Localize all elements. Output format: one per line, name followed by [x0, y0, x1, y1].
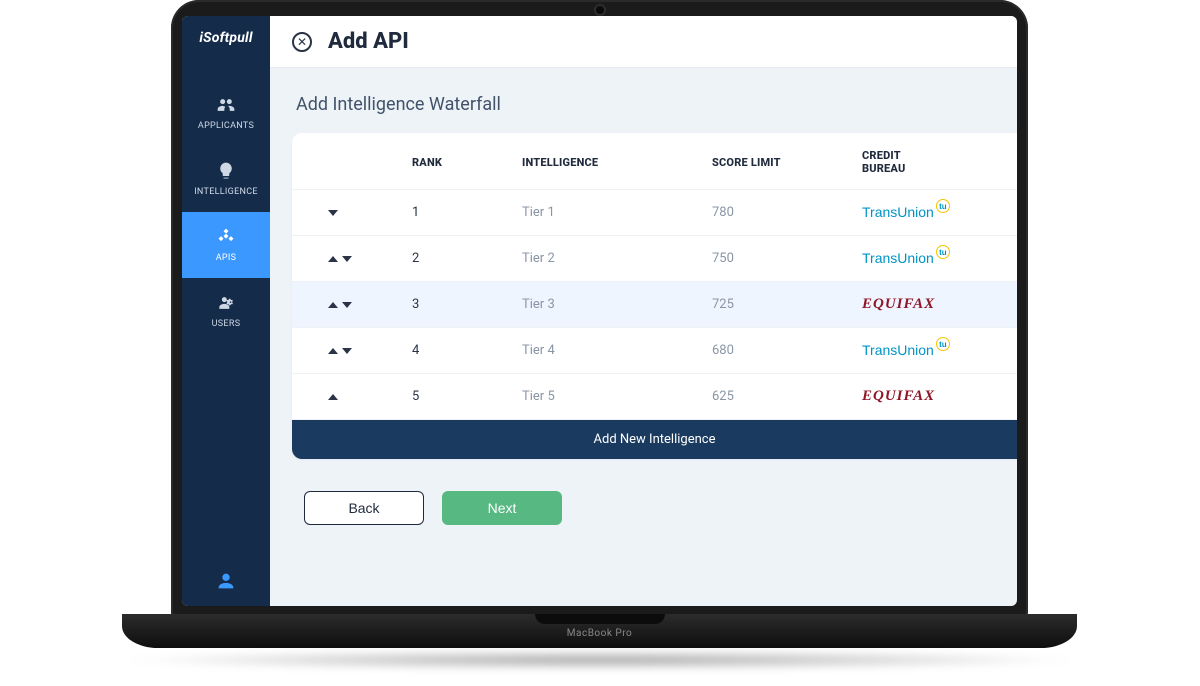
bulb-icon: [216, 161, 236, 181]
cell-score-limit: 725: [702, 282, 852, 328]
transunion-logo: TransUniontu: [862, 204, 950, 220]
gear-user-icon: [216, 293, 236, 313]
col-credit-bureau: CREDIT BUREAU: [852, 133, 1017, 190]
add-intelligence-button[interactable]: Add New Intelligence: [292, 420, 1017, 459]
sidebar-item-label: INTELLIGENCE: [194, 187, 258, 197]
people-icon: [216, 95, 236, 115]
cell-order: [292, 282, 402, 328]
col-rank: RANK: [402, 133, 512, 190]
table-row: 1Tier 1780 TransUniontu: [292, 190, 1017, 236]
transunion-mark-icon: tu: [936, 199, 950, 213]
cell-order: [292, 190, 402, 236]
cell-rank: 5: [402, 374, 512, 420]
equifax-logo: EQUIFAX: [862, 296, 935, 312]
laptop-deck: MacBook Pro: [122, 614, 1077, 648]
sidebar-item-applicants[interactable]: APPLICANTS: [182, 80, 270, 146]
equifax-logo: EQUIFAX: [862, 388, 935, 404]
sidebar-item-label: APPLICANTS: [198, 121, 254, 131]
cell-score-limit: 750: [702, 236, 852, 282]
sidebar: iSoftpull APPLICANTS INTELLIGENCE APIS USER…: [182, 16, 270, 606]
close-icon[interactable]: ✕: [292, 32, 312, 52]
col-order: [292, 133, 402, 190]
move-down-icon[interactable]: [342, 256, 352, 262]
main: ✕ Add API Add Intelligence Waterfall: [270, 16, 1017, 606]
sidebar-item-intelligence[interactable]: INTELLIGENCE: [182, 146, 270, 212]
transunion-logo: TransUniontu: [862, 250, 950, 266]
col-intelligence: INTELLIGENCE: [512, 133, 702, 190]
cell-rank: 4: [402, 328, 512, 374]
laptop-lid: iSoftpull APPLICANTS INTELLIGENCE APIS USER…: [171, 0, 1028, 618]
cell-credit-bureau: EQUIFAX: [852, 282, 1017, 328]
trackpad-notch: [535, 614, 665, 624]
page-header: ✕ Add API: [270, 16, 1017, 68]
wizard-actions: Back Next: [292, 459, 1017, 525]
cell-credit-bureau: TransUniontu: [852, 236, 1017, 282]
table-row: 2Tier 2750 TransUniontu: [292, 236, 1017, 282]
table-row: 5Tier 5625 EQUIFAX: [292, 374, 1017, 420]
camera-dot: [596, 6, 604, 14]
sidebar-item-label: APIS: [216, 253, 237, 263]
col-score-limit: SCORE LIMIT: [702, 133, 852, 190]
cell-intelligence: Tier 4: [512, 328, 702, 374]
move-down-icon[interactable]: [342, 348, 352, 354]
move-up-icon[interactable]: [328, 302, 338, 308]
section-title: Add Intelligence Waterfall: [296, 94, 1017, 115]
cell-intelligence: Tier 2: [512, 236, 702, 282]
drop-shadow: [115, 650, 1085, 670]
device-brand: MacBook Pro: [567, 628, 632, 639]
cell-rank: 2: [402, 236, 512, 282]
cell-score-limit: 780: [702, 190, 852, 236]
move-down-icon[interactable]: [328, 210, 338, 216]
sidebar-item-users[interactable]: USERS: [182, 278, 270, 344]
table-row: 3Tier 3725 EQUIFAX: [292, 282, 1017, 328]
diamond-icon: [216, 227, 236, 247]
table-row: 4Tier 4680 TransUniontu: [292, 328, 1017, 374]
sidebar-nav: APPLICANTS INTELLIGENCE APIS USERS: [182, 80, 270, 344]
transunion-logo: TransUniontu: [862, 342, 950, 358]
move-down-icon[interactable]: [342, 302, 352, 308]
move-up-icon[interactable]: [328, 256, 338, 262]
cell-credit-bureau: TransUniontu: [852, 190, 1017, 236]
profile-icon[interactable]: [215, 570, 237, 592]
cell-rank: 3: [402, 282, 512, 328]
cell-order: [292, 374, 402, 420]
cell-credit-bureau: TransUniontu: [852, 328, 1017, 374]
next-button[interactable]: Next: [442, 491, 562, 525]
screen: iSoftpull APPLICANTS INTELLIGENCE APIS USER…: [182, 16, 1017, 606]
cell-intelligence: Tier 1: [512, 190, 702, 236]
cell-rank: 1: [402, 190, 512, 236]
cell-intelligence: Tier 3: [512, 282, 702, 328]
cell-score-limit: 680: [702, 328, 852, 374]
back-button[interactable]: Back: [304, 491, 424, 525]
move-up-icon[interactable]: [328, 348, 338, 354]
move-up-icon[interactable]: [328, 394, 338, 400]
page-title: Add API: [328, 29, 409, 54]
waterfall-table: RANK INTELLIGENCE SCORE LIMIT CREDIT BUR…: [292, 133, 1017, 420]
cell-score-limit: 625: [702, 374, 852, 420]
cell-credit-bureau: EQUIFAX: [852, 374, 1017, 420]
cell-intelligence: Tier 5: [512, 374, 702, 420]
table-header-row: RANK INTELLIGENCE SCORE LIMIT CREDIT BUR…: [292, 133, 1017, 190]
transunion-mark-icon: tu: [936, 337, 950, 351]
waterfall-card: RANK INTELLIGENCE SCORE LIMIT CREDIT BUR…: [292, 133, 1017, 459]
cell-order: [292, 236, 402, 282]
brand-logo: iSoftpull: [199, 30, 252, 46]
sidebar-item-apis[interactable]: APIS: [182, 212, 270, 278]
transunion-mark-icon: tu: [936, 245, 950, 259]
cell-order: [292, 328, 402, 374]
content: Add Intelligence Waterfall RANK: [270, 68, 1017, 606]
sidebar-item-label: USERS: [212, 319, 241, 329]
